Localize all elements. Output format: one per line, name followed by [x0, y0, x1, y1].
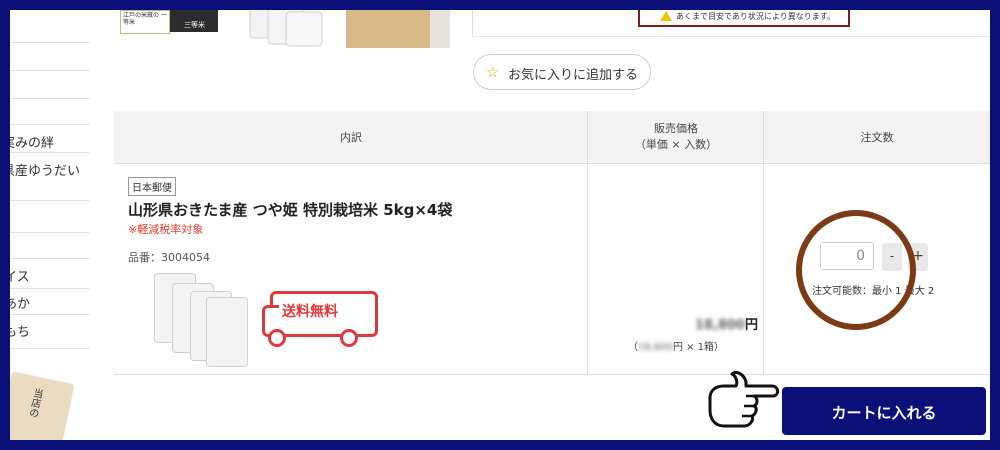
product-name: 山形県おきたま産 つや姫 特別栽培米 5kg×4袋 — [128, 201, 453, 219]
product-sku: 品番：3004054 — [128, 251, 210, 264]
product-image — [136, 271, 248, 367]
sidebar: 実みの絆 県産ゆうだい イス あか もち 当店の — [10, 10, 90, 440]
add-to-favorites-button[interactable]: ☆ お気に入りに追加する — [473, 54, 651, 90]
product-thumbnail[interactable]: 三等米 — [170, 10, 218, 32]
warning-icon — [660, 11, 672, 21]
banner-paper-image[interactable]: 当店の — [10, 372, 74, 440]
sidebar-divider — [10, 70, 90, 71]
shipping-method-badge: 日本郵便 — [128, 177, 176, 196]
unit-price-breakdown: （18,800円 × 1箱） — [588, 338, 764, 353]
sidebar-item[interactable]: イス — [10, 266, 90, 284]
header-order-qty-label: 注文数 — [860, 131, 894, 144]
sidebar-item[interactable]: 県産ゆうだい — [10, 160, 90, 178]
sidebar-item[interactable]: もち — [10, 321, 90, 339]
free-shipping-truck-icon: 送料無料 — [262, 291, 378, 347]
tax-note: ※軽減税率対象 — [128, 223, 204, 236]
add-to-cart-label: カートに入れる — [831, 404, 937, 422]
highlight-frame: 実みの絆 県産ゆうだい イス あか もち 当店の — [0, 0, 1000, 450]
sidebar-divider — [10, 288, 90, 289]
sidebar-divider — [10, 98, 90, 99]
sidebar-item[interactable]: あか — [10, 293, 90, 311]
truck-wheel — [340, 329, 358, 347]
unit-price-value: 18,800 — [637, 342, 673, 353]
thumbnail-caption: 三等米 — [184, 21, 205, 29]
price-value: 18,800 — [694, 318, 745, 333]
product-thumbnail-box[interactable] — [346, 10, 450, 48]
product-thumbnail[interactable]: 江戸の米蔵の 一等米 — [120, 10, 170, 34]
header-order-qty: 注文数 — [764, 111, 990, 164]
truck-wheel — [268, 329, 286, 347]
star-icon: ☆ — [486, 63, 500, 81]
rice-bag — [206, 297, 248, 367]
price-unit: 円 — [744, 318, 758, 333]
sidebar-divider — [10, 200, 90, 201]
price-sub-open: （ — [627, 342, 638, 353]
thumbnail-caption: 江戸の米蔵の 一等米 — [123, 12, 167, 26]
notice-box: あくまで目安であり状況により異なります。 — [638, 10, 850, 27]
price-sub-rest: 円 × 1箱） — [672, 342, 725, 353]
header-breakdown-label: 内訳 — [340, 131, 362, 144]
sidebar-item[interactable]: 実みの絆 — [10, 132, 90, 150]
header-breakdown: 内訳 — [114, 111, 588, 164]
highlight-circle — [796, 210, 916, 330]
sale-price: 18,800円 — [695, 314, 758, 333]
row-divider — [114, 374, 990, 375]
sidebar-divider — [10, 348, 90, 349]
pointing-hand-icon — [708, 370, 780, 428]
sidebar-item-label: あか — [10, 297, 31, 311]
sidebar-divider — [10, 258, 90, 259]
sidebar-divider — [10, 152, 90, 153]
favorite-label: お気に入りに追加する — [508, 68, 639, 83]
banner-paper-text: 当店の — [25, 386, 43, 419]
price-cell: 18,800円 （18,800円 × 1箱） — [588, 164, 764, 374]
header-price-sub: （単価 × 入数） — [634, 138, 718, 151]
sidebar-divider — [10, 314, 90, 315]
sidebar-divider — [10, 42, 90, 43]
divider — [472, 10, 473, 36]
divider — [472, 36, 990, 37]
sidebar-divider — [10, 124, 90, 125]
sidebar-item-label: もち — [10, 325, 31, 339]
sidebar-item-label: 県産ゆうだい — [10, 164, 81, 178]
sidebar-item-label: 実みの絆 — [10, 136, 55, 150]
notice-text: あくまで目安であり状況により異なります。 — [676, 12, 835, 21]
sidebar-divider — [10, 232, 90, 233]
add-to-cart-button[interactable]: カートに入れる — [782, 387, 986, 435]
product-thumbnail-bags[interactable] — [228, 10, 338, 48]
header-price-label: 販売価格 — [654, 122, 698, 135]
header-price: 販売価格 （単価 × 入数） — [588, 111, 764, 164]
sidebar-item-label: イス — [10, 270, 30, 284]
product-page: 実みの絆 県産ゆうだい イス あか もち 当店の — [10, 10, 990, 440]
free-shipping-label: 送料無料 — [282, 304, 338, 320]
